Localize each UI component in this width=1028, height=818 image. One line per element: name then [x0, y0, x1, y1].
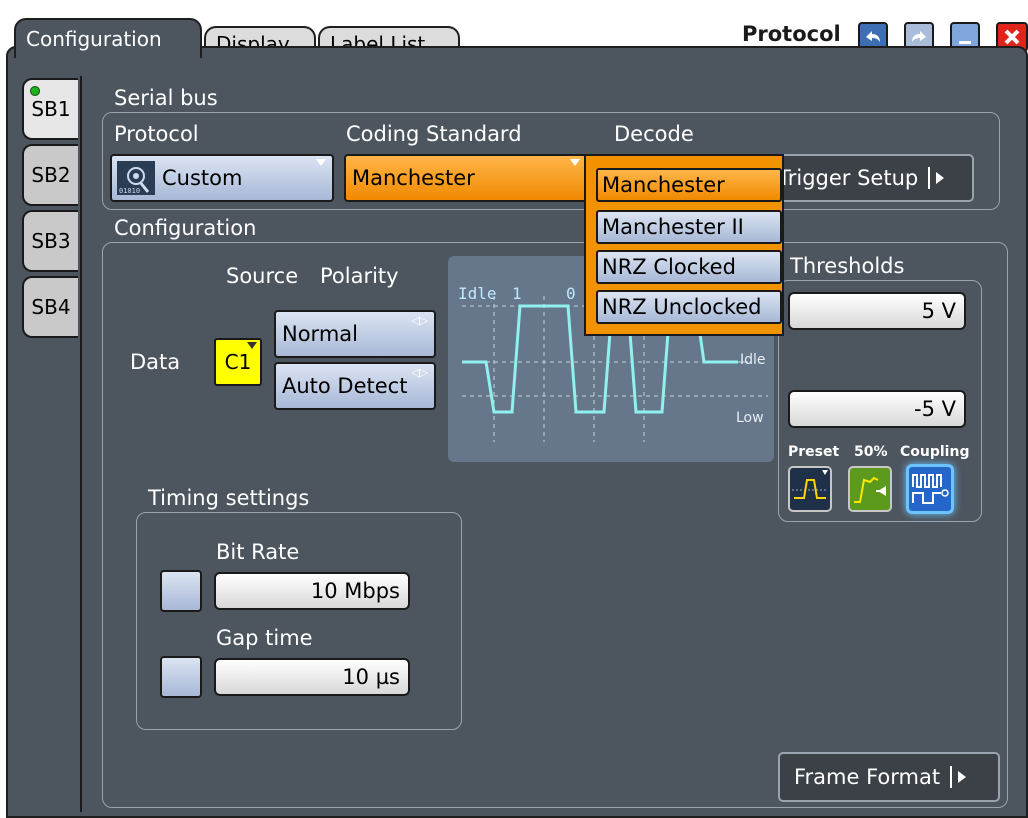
sb-tab-label: SB4 — [31, 295, 71, 319]
option-label: NRZ Unclocked — [602, 295, 762, 319]
play-icon — [950, 766, 967, 788]
coding-standard-value: Manchester — [352, 166, 475, 190]
source-select[interactable]: C1 — [214, 338, 262, 386]
redo-icon — [912, 31, 926, 42]
polarity-select[interactable]: Normal ◁▷ — [274, 310, 436, 358]
dropdown-option-manchester-ii[interactable]: Manchester II — [596, 210, 782, 244]
coding-standard-dropdown: Manchester Manchester II NRZ Clocked NRZ… — [584, 154, 784, 336]
idle-top-label: Idle — [458, 284, 497, 303]
bit-rate-checkbox[interactable] — [160, 570, 202, 612]
dropdown-arrow-icon — [570, 159, 580, 166]
configuration-heading: Configuration — [114, 216, 257, 240]
fifty-percent-icon — [854, 476, 886, 503]
option-label: Manchester II — [602, 215, 744, 239]
polarity-label: Polarity — [320, 264, 399, 288]
decode-label: Decode — [614, 122, 694, 146]
low-label: Low — [736, 410, 764, 426]
trigger-setup-label: Trigger Setup — [778, 166, 919, 190]
spin-arrows-icon: ◁▷ — [411, 366, 428, 379]
data-label: Data — [130, 350, 181, 374]
tab-configuration[interactable]: Configuration — [14, 18, 202, 58]
threshold-low-field[interactable]: -5 V — [788, 390, 966, 428]
active-indicator — [30, 86, 40, 96]
protocol-select[interactable]: 01010 Custom — [110, 154, 334, 202]
sb-tab-sb4[interactable]: SB4 — [22, 276, 78, 338]
spin-arrows-icon: ◁▷ — [411, 314, 428, 327]
trigger-setup-button[interactable]: Trigger Setup — [760, 154, 974, 202]
protocol-value: Custom — [162, 166, 243, 190]
thresholds-heading: Thresholds — [790, 254, 905, 278]
coding-standard-label: Coding Standard — [346, 122, 522, 146]
preset-icon — [792, 470, 828, 499]
svg-text:01010: 01010 — [119, 187, 140, 195]
bit-one-label: 1 — [512, 284, 522, 303]
minimize-icon — [959, 41, 971, 44]
dropdown-arrow-icon — [316, 159, 326, 166]
protocol-icon: 01010 — [117, 161, 155, 195]
frame-format-label: Frame Format — [794, 765, 941, 789]
bit-zero-label: 0 — [566, 284, 576, 303]
coupling-icon — [912, 474, 949, 504]
fifty-percent-button[interactable] — [848, 466, 892, 512]
close-icon — [1004, 29, 1020, 45]
sb-tab-sb3[interactable]: SB3 — [22, 210, 78, 272]
auto-detect-label: Auto Detect — [282, 374, 408, 398]
option-label: NRZ Clocked — [602, 255, 736, 279]
play-icon — [928, 167, 945, 189]
dropdown-option-manchester[interactable]: Manchester — [596, 168, 782, 202]
window-title: Protocol — [742, 22, 841, 46]
gap-time-checkbox[interactable] — [160, 656, 202, 698]
bit-rate-field[interactable]: 10 Mbps — [214, 572, 410, 610]
auto-detect-button[interactable]: Auto Detect ◁▷ — [274, 362, 436, 410]
serial-bus-heading: Serial bus — [114, 86, 218, 110]
threshold-high-field[interactable]: 5 V — [788, 292, 966, 330]
gap-time-value: 10 µs — [342, 665, 400, 689]
dropdown-option-nrz-clocked[interactable]: NRZ Clocked — [596, 250, 782, 284]
source-label: Source — [226, 264, 299, 288]
undo-icon — [866, 31, 880, 42]
frame-format-button[interactable]: Frame Format — [778, 752, 1000, 802]
threshold-low-value: -5 V — [914, 397, 956, 421]
gap-time-field[interactable]: 10 µs — [214, 658, 410, 696]
bit-rate-value: 10 Mbps — [310, 579, 400, 603]
coding-standard-select[interactable]: Manchester — [344, 154, 588, 202]
option-label: Manchester — [602, 173, 725, 197]
sb-tab-label: SB1 — [31, 97, 71, 121]
dropdown-arrow-icon — [247, 342, 257, 349]
preset-button[interactable] — [788, 466, 832, 512]
sb-tab-sb2[interactable]: SB2 — [22, 144, 78, 206]
timing-settings-heading: Timing settings — [148, 486, 310, 510]
tab-label: Configuration — [26, 27, 162, 51]
dropdown-option-nrz-unclocked[interactable]: NRZ Unclocked — [596, 290, 782, 324]
sb-tab-label: SB3 — [31, 229, 71, 253]
coupling-label: Coupling — [900, 444, 970, 460]
bit-rate-label: Bit Rate — [216, 540, 300, 564]
polarity-value: Normal — [282, 322, 358, 346]
coupling-button[interactable] — [906, 464, 954, 514]
preset-label: Preset — [788, 444, 840, 460]
idle-right-label: Idle — [740, 352, 766, 368]
sb-tab-label: SB2 — [31, 163, 71, 187]
threshold-high-value: 5 V — [921, 299, 956, 323]
protocol-label: Protocol — [114, 122, 199, 146]
gap-time-label: Gap time — [216, 626, 313, 650]
fifty-percent-label: 50% — [854, 444, 888, 460]
sb-tab-sb1[interactable]: SB1 — [22, 78, 78, 140]
source-value: C1 — [224, 350, 252, 374]
